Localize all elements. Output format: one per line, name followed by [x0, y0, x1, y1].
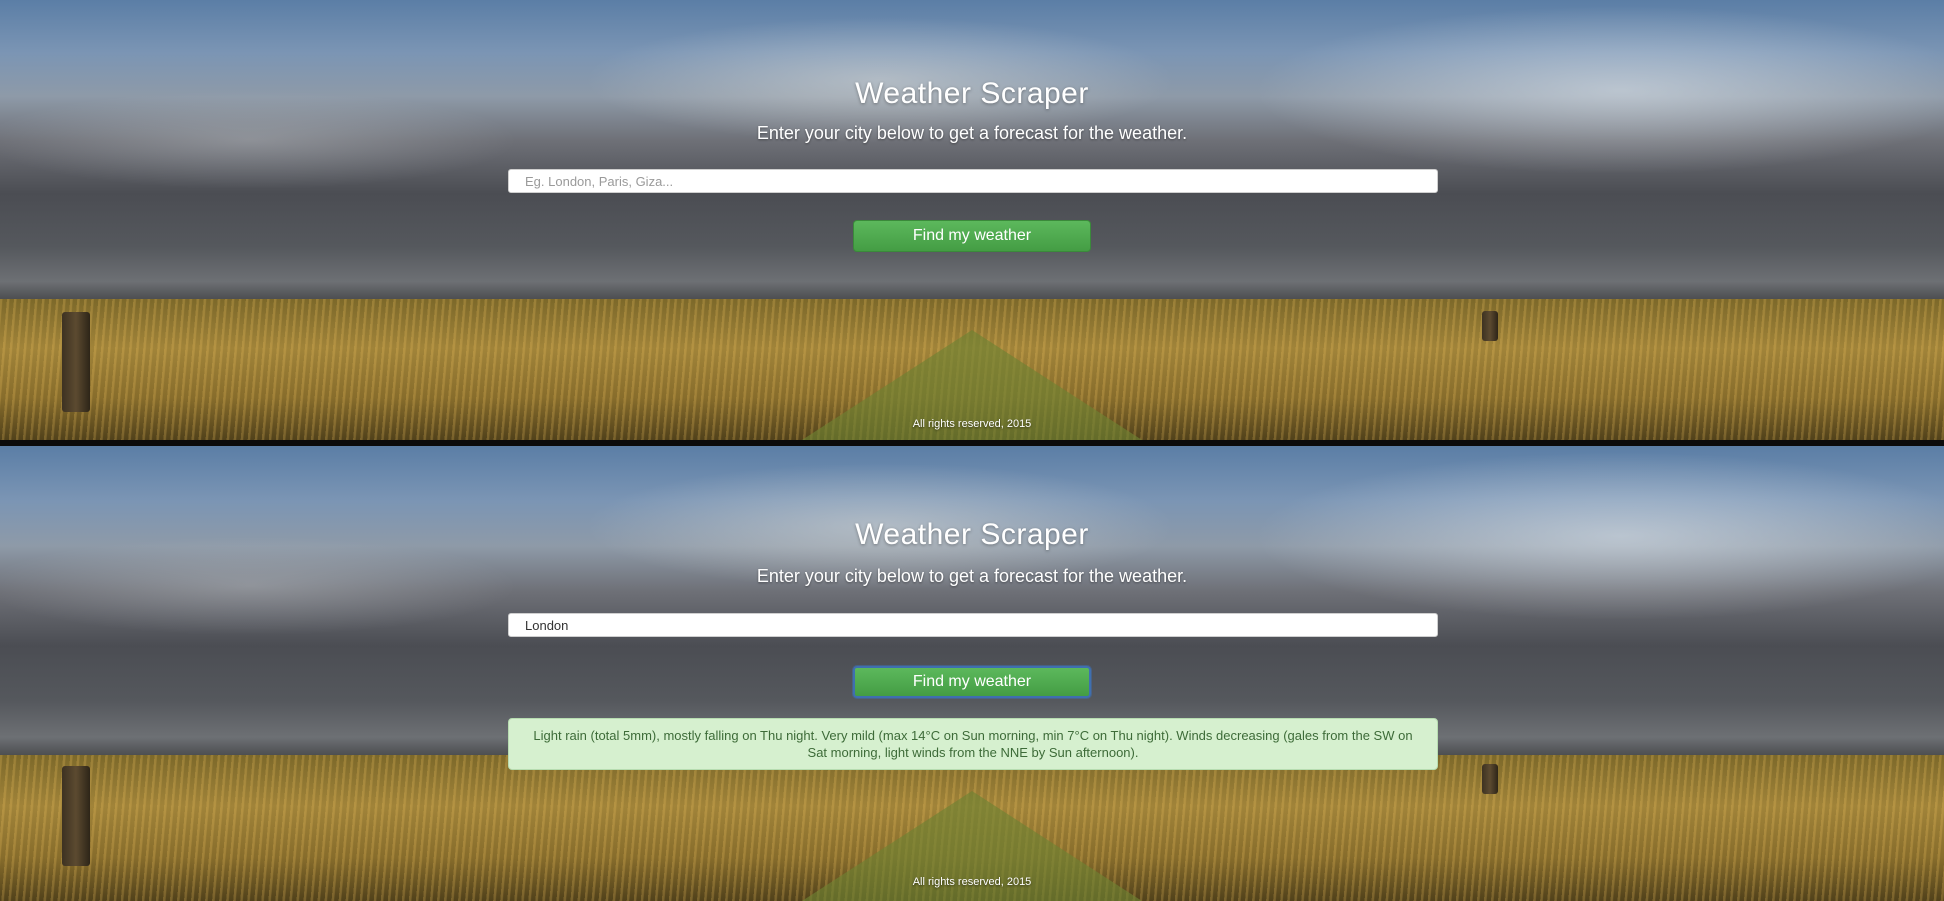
fence-post: [62, 766, 90, 866]
app-title: Weather Scraper: [855, 518, 1089, 551]
screenshot-result-state: Weather Scraper Enter your city below to…: [0, 446, 1944, 901]
fence-post: [1482, 311, 1498, 341]
page-subtitle: Enter your city below to get a forecast …: [756, 566, 1188, 586]
screenshot-initial-state: Weather Scraper Enter your city below to…: [0, 0, 1944, 440]
page-title: Weather Scraper: [0, 77, 1944, 111]
forecast-alert: Light rain (total 5mm), mostly falling o…: [508, 718, 1438, 770]
find-weather-button[interactable]: Find my weather: [853, 666, 1091, 698]
city-search-input[interactable]: [508, 169, 1438, 193]
page-subtitle-wrap: Enter your city below to get a forecast …: [0, 123, 1944, 144]
footer-copyright: All rights reserved, 2015: [912, 876, 1032, 888]
page-subtitle: Enter your city below to get a forecast …: [756, 123, 1188, 143]
page-title: Weather Scraper: [0, 518, 1944, 552]
find-weather-button[interactable]: Find my weather: [853, 220, 1091, 252]
page-subtitle-wrap: Enter your city below to get a forecast …: [0, 566, 1944, 587]
fence-post: [1482, 764, 1498, 794]
app-title: Weather Scraper: [855, 77, 1089, 110]
fence-post: [62, 312, 90, 412]
footer-copyright: All rights reserved, 2015: [912, 418, 1032, 430]
city-search-input[interactable]: [508, 613, 1438, 637]
